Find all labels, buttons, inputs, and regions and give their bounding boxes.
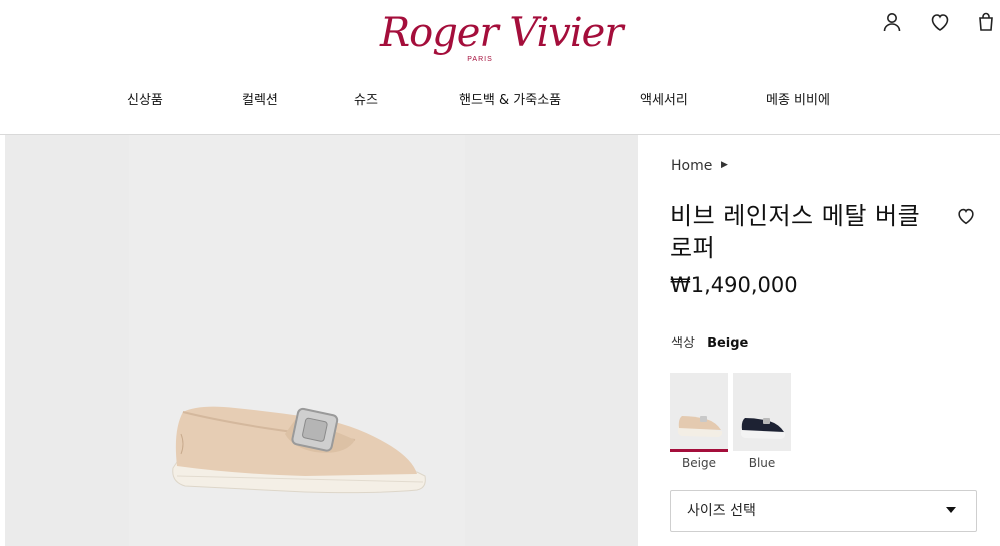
nav-item-collection[interactable]: 컬렉션: [242, 90, 278, 112]
site-header: Roger Vivier PARIS 신상품 컬렉션 슈즈 핸드백 & 가죽소품…: [0, 0, 1000, 135]
color-selector-header: 색상 Beige: [671, 334, 748, 354]
product-wishlist-heart-icon[interactable]: [955, 205, 977, 227]
nav-item-handbags[interactable]: 핸드백 & 가죽소품: [459, 90, 561, 112]
breadcrumb: Home ▶: [671, 155, 728, 177]
color-swatch-blue[interactable]: [733, 373, 791, 451]
swatch-label-beige: Beige: [682, 456, 716, 470]
shopping-bag-icon[interactable]: [974, 10, 998, 34]
size-select-label: 사이즈 선택: [687, 503, 756, 519]
swatch-blue-loafer-icon: [740, 418, 786, 439]
chevron-down-icon: [946, 507, 956, 513]
swatch-label-blue: Blue: [748, 456, 776, 470]
brand-logo[interactable]: Roger Vivier PARIS: [380, 8, 623, 74]
nav-item-maison[interactable]: 메종 비비에: [766, 90, 830, 112]
wishlist-heart-icon[interactable]: [928, 10, 952, 34]
nav-item-accessories[interactable]: 액세서리: [640, 90, 688, 112]
product-price: ₩1,490,000: [670, 273, 798, 297]
product-title: 비브 레인저스 메탈 버클 로퍼: [670, 202, 921, 262]
size-select-dropdown[interactable]: 사이즈 선택: [670, 490, 977, 532]
color-label: 색상: [671, 336, 695, 351]
nav-item-shoes[interactable]: 슈즈: [354, 90, 378, 112]
nav-item-new[interactable]: 신상품: [127, 90, 163, 112]
product-image-beige-loafer: [172, 406, 426, 494]
account-icon[interactable]: [880, 10, 904, 34]
product-image-gallery[interactable]: [5, 135, 638, 546]
main-nav: 신상품 컬렉션 슈즈 핸드백 & 가죽소품 액세서리 메종 비비에: [0, 90, 1000, 114]
brand-logo-text: Roger Vivier: [380, 10, 623, 56]
color-value: Beige: [707, 336, 749, 351]
breadcrumb-arrow-icon: ▶: [721, 160, 728, 170]
swatch-beige-loafer-icon: [677, 416, 723, 437]
breadcrumb-home[interactable]: Home: [671, 158, 712, 174]
color-swatch-beige[interactable]: [670, 373, 728, 452]
